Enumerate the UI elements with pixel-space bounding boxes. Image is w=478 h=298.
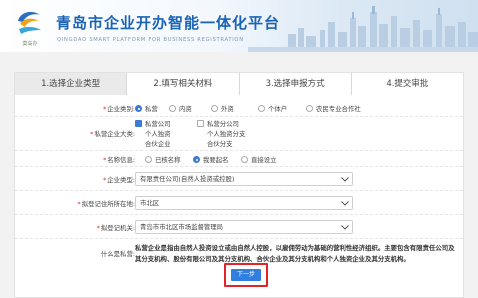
option-sole-proprietorship[interactable]: 个人独资 bbox=[145, 129, 171, 138]
option-sole-branch[interactable]: 个人独资分支 bbox=[207, 129, 245, 138]
row-company-type: *企业类型: 有限责任公司(自然人投资或控股) bbox=[15, 167, 463, 191]
step-tab-3[interactable]: 3.选择申报方式 bbox=[239, 73, 352, 95]
step-tab-4[interactable]: 4.提交审批 bbox=[351, 73, 463, 95]
registration-location-value: 市北区 bbox=[140, 199, 160, 207]
radio-direct-establish[interactable]: 直接设立 bbox=[241, 155, 277, 164]
row-registration-authority: *拟登记机关: 青岛市市北区市场监督管理局 bbox=[15, 215, 463, 239]
row-company-category: *企业类别: 私营 内资 外资 个体户 农民专业合作社 bbox=[15, 100, 463, 117]
next-step-button[interactable]: 下一步 bbox=[231, 269, 261, 281]
option-partnership[interactable]: 合伙企业 bbox=[145, 139, 171, 148]
radio-choose-name[interactable]: 我要起名 bbox=[193, 155, 229, 164]
step-tab-2[interactable]: 2.填写相关材料 bbox=[127, 73, 240, 95]
row-name-info: *名称信息: 已核名称 我要起名 直接设立 bbox=[15, 151, 463, 167]
city-skyline-image bbox=[248, 6, 478, 52]
radio-unchecked-icon bbox=[211, 105, 218, 112]
wizard-card: 1.选择企业类型 2.填写相关材料 3.选择申报方式 4.提交审批 *企业类别:… bbox=[14, 72, 464, 298]
option-partnership-branch[interactable]: 合伙分支 bbox=[207, 139, 233, 148]
radio-domestic[interactable]: 内资 bbox=[169, 104, 192, 113]
radio-farmers-coop[interactable]: 农民专业合作社 bbox=[306, 104, 361, 113]
checkbox-private-company[interactable]: 私营公司 bbox=[135, 119, 171, 128]
platform-logo-icon bbox=[18, 11, 41, 34]
registration-authority-label: *拟登记机关: bbox=[96, 224, 135, 232]
registration-authority-value: 青岛市市北区市场监督管理局 bbox=[140, 223, 224, 231]
chevron-down-icon bbox=[338, 197, 352, 209]
radio-foreign[interactable]: 外资 bbox=[211, 104, 234, 113]
row-private-category: *私营企业大类: 私营公司 个人独资 合伙企业 私营分公司 个人独资分支 合伙分… bbox=[15, 117, 463, 151]
registration-location-label: *拟登记住所所在地: bbox=[77, 200, 135, 208]
definition-label: 什么是私营: bbox=[100, 250, 135, 258]
registration-location-select[interactable]: 市北区 bbox=[135, 196, 353, 210]
radio-unchecked-icon bbox=[145, 156, 152, 163]
radio-approved-name[interactable]: 已核名称 bbox=[145, 155, 181, 164]
checkbox-checked-icon bbox=[135, 120, 142, 127]
radio-unchecked-icon bbox=[306, 105, 313, 112]
row-registration-location: *拟登记住所所在地: 市北区 bbox=[15, 191, 463, 215]
step-tabs: 1.选择企业类型 2.填写相关材料 3.选择申报方式 4.提交审批 bbox=[15, 73, 463, 95]
chevron-down-icon bbox=[338, 221, 352, 233]
platform-subtitle: QINGDAO SMART PLATFORM FOR BUSINESS REGI… bbox=[57, 37, 244, 43]
company-type-label: *企业类型: bbox=[103, 176, 135, 184]
header-banner: 莫岛办 青岛市企业开办智能一体化平台 QINGDAO SMART PLATFOR… bbox=[0, 0, 478, 52]
logo-caption: 莫岛办 bbox=[22, 41, 38, 47]
radio-unchecked-icon bbox=[241, 156, 248, 163]
checkbox-unchecked-icon bbox=[197, 120, 204, 127]
registration-authority-select[interactable]: 青岛市市北区市场监督管理局 bbox=[135, 220, 353, 234]
radio-checked-icon bbox=[135, 105, 142, 112]
checkbox-private-branch[interactable]: 私营分公司 bbox=[197, 119, 239, 128]
definition-text: 私营企业是指由自然人投资设立或由自然人控股，以雇佣劳动为基础的营利性经济组织。主… bbox=[135, 244, 455, 263]
radio-unchecked-icon bbox=[169, 105, 176, 112]
step-tab-1[interactable]: 1.选择企业类型 bbox=[15, 73, 128, 95]
radio-unchecked-icon bbox=[258, 105, 265, 112]
private-category-label: *私营企业大类: bbox=[90, 130, 135, 138]
company-type-value: 有限责任公司(自然人投资或控股) bbox=[140, 175, 235, 183]
radio-individual[interactable]: 个体户 bbox=[258, 104, 287, 113]
radio-private[interactable]: 私营 bbox=[135, 104, 158, 113]
company-type-select[interactable]: 有限责任公司(自然人投资或控股) bbox=[135, 172, 353, 186]
chevron-down-icon bbox=[338, 173, 352, 185]
company-type-form: *企业类别: 私营 内资 外资 个体户 农民专业合作社 *私营企业大类: 私营公… bbox=[15, 100, 463, 269]
radio-checked-icon bbox=[193, 156, 200, 163]
company-category-label: *企业类别: bbox=[103, 105, 135, 113]
platform-title: 青岛市企业开办智能一体化平台 bbox=[56, 14, 281, 32]
name-info-label: *名称信息: bbox=[103, 156, 135, 164]
